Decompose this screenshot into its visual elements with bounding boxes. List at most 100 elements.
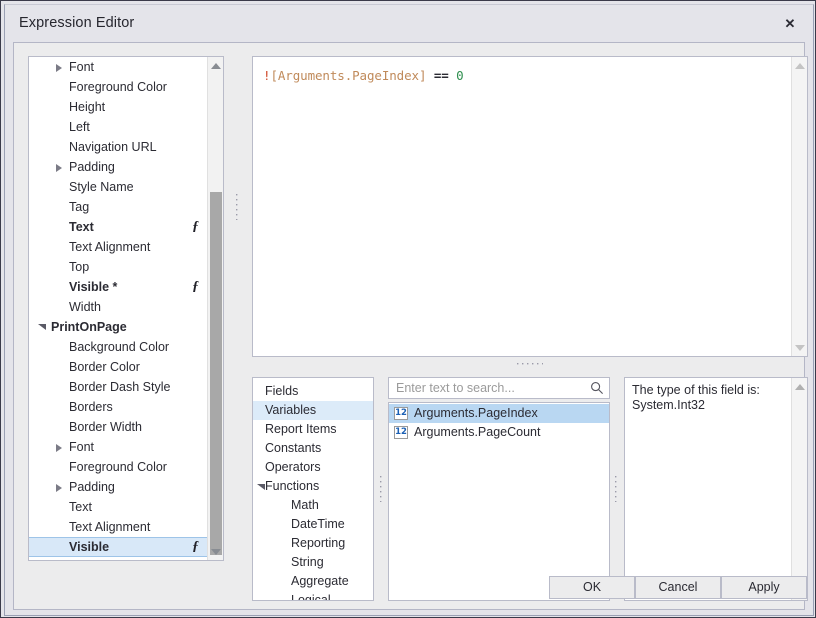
category-label: DateTime <box>291 517 345 531</box>
property-tree-row[interactable]: Padding <box>29 477 208 497</box>
close-icon: ✕ <box>784 16 796 31</box>
property-tree-row[interactable]: Background Color <box>29 337 208 357</box>
property-tree-row[interactable]: Visible * ƒ <box>29 277 208 297</box>
property-tree-row[interactable]: Font <box>29 57 208 77</box>
function-icon: ƒ <box>192 279 199 294</box>
splitter-tree-editor[interactable] <box>233 56 242 357</box>
property-tree-row[interactable]: Left <box>29 117 208 137</box>
search-and-items-panel: Enter text to search... 12 Arguments.Page… <box>388 377 610 601</box>
search-input[interactable]: Enter text to search... <box>388 377 610 399</box>
property-tree-label: Width <box>69 300 101 314</box>
item-list-row[interactable]: 12 Arguments.PageIndex <box>389 404 609 423</box>
category-list-panel[interactable]: Fields Variables Report Items Constants Oper… <box>252 377 374 601</box>
property-tree-label: Borders <box>69 400 113 414</box>
expr-scroll-down-arrow[interactable] <box>792 339 807 356</box>
property-tree-row[interactable]: Border Width <box>29 417 208 437</box>
property-tree-label: Padding <box>69 160 115 174</box>
property-tree-label: Text Alignment <box>69 240 151 254</box>
category-list[interactable]: Fields Variables Report Items Constants Oper… <box>253 382 373 600</box>
category-row[interactable]: Constants <box>253 439 373 458</box>
splitter-grip-horizontal-icon <box>517 363 543 365</box>
search-icon[interactable] <box>590 381 604 395</box>
property-tree-row[interactable]: Font <box>29 437 208 457</box>
category-label: Report Items <box>265 422 337 436</box>
splitter-categories-items[interactable] <box>377 377 386 601</box>
splitter-items-description[interactable] <box>612 377 621 601</box>
function-icon: ƒ <box>192 219 199 234</box>
category-label: Reporting <box>291 536 346 550</box>
expression-scrollbar[interactable] <box>791 57 807 356</box>
property-tree-row[interactable]: Borders <box>29 397 208 417</box>
category-label: Aggregate <box>291 574 349 588</box>
property-tree-row[interactable]: Style Name <box>29 177 208 197</box>
expression-token-num: 0 <box>456 68 464 83</box>
property-tree-row[interactable]: Height <box>29 97 208 117</box>
apply-button[interactable]: Apply <box>721 576 807 599</box>
item-list-row[interactable]: 12 Arguments.PageCount <box>389 423 609 442</box>
scroll-down-arrow[interactable] <box>208 543 223 560</box>
cancel-button[interactable]: Cancel <box>635 576 721 599</box>
category-row[interactable]: Math <box>253 496 373 515</box>
description-scrollbar[interactable] <box>791 378 807 600</box>
expression-text-area[interactable]: ![Arguments.PageIndex] == 0 <box>252 56 808 357</box>
chevron-right-icon <box>56 484 62 492</box>
property-tree-row[interactable]: Text Alignment <box>29 237 208 257</box>
property-tree-row[interactable]: Text <box>29 497 208 517</box>
category-label: String <box>291 555 324 569</box>
property-tree-row[interactable]: Border Dash Style <box>29 377 208 397</box>
category-label: Functions <box>265 479 320 493</box>
property-tree-row[interactable]: Top <box>29 257 208 277</box>
title-bar: Expression Editor ✕ <box>5 5 813 42</box>
category-row[interactable]: Fields <box>253 382 373 401</box>
property-tree-row[interactable]: Navigation URL <box>29 137 208 157</box>
property-tree-row[interactable]: Foreground Color <box>29 77 208 97</box>
close-button[interactable]: ✕ <box>767 5 813 42</box>
splitter-grip-icon-3 <box>615 476 617 502</box>
property-tree-label: PrintOnPage <box>51 320 127 334</box>
tree-caret[interactable] <box>33 317 51 337</box>
expr-scroll-up-arrow[interactable] <box>792 57 807 74</box>
tree-caret[interactable] <box>51 57 69 77</box>
item-list-panel[interactable]: 12 Arguments.PageIndex 12 Arguments.PageCou… <box>388 402 610 601</box>
chevron-right-icon <box>56 444 62 452</box>
search-placeholder: Enter text to search... <box>396 381 515 395</box>
property-tree-label: Foreground Color <box>69 80 167 94</box>
property-tree-row[interactable]: Border Color <box>29 357 208 377</box>
property-tree-label: Style Name <box>69 180 134 194</box>
property-tree-row[interactable]: PrintOnPage <box>29 317 208 337</box>
category-row[interactable]: Operators <box>253 458 373 477</box>
category-row[interactable]: Report Items <box>253 420 373 439</box>
tree-caret[interactable] <box>51 157 69 177</box>
tree-caret[interactable] <box>51 437 69 457</box>
item-list[interactable]: 12 Arguments.PageIndex 12 Arguments.PageCou… <box>389 404 609 442</box>
scroll-up-arrow[interactable] <box>208 57 223 74</box>
property-tree-row[interactable]: Visible ƒ <box>29 537 208 557</box>
property-tree-label: Text Alignment <box>69 520 151 534</box>
expression-text: ![Arguments.PageIndex] == 0 <box>263 68 464 83</box>
desc-scroll-up-arrow[interactable] <box>792 378 807 395</box>
property-tree-label: Visible <box>69 540 110 554</box>
category-label: Fields <box>265 384 299 398</box>
property-tree-list[interactable]: Font Foreground Color Height Left Navigation… <box>29 57 208 560</box>
property-tree-row[interactable]: Text ƒ <box>29 217 208 237</box>
property-tree-scrollbar[interactable] <box>207 57 223 560</box>
category-row[interactable]: Aggregate <box>253 572 373 591</box>
tree-caret[interactable] <box>51 477 69 497</box>
category-row[interactable]: String <box>253 553 373 572</box>
property-tree-label: Foreground Color <box>69 460 167 474</box>
property-tree-row[interactable]: Foreground Color <box>29 457 208 477</box>
property-tree-row[interactable]: Tag <box>29 197 208 217</box>
property-tree-row[interactable]: Text Alignment <box>29 517 208 537</box>
ok-button[interactable]: OK <box>549 576 635 599</box>
property-tree-row[interactable]: Width <box>29 297 208 317</box>
category-row[interactable]: Reporting <box>253 534 373 553</box>
scrollbar-thumb[interactable] <box>210 192 222 555</box>
property-tree-row[interactable]: Padding <box>29 157 208 177</box>
item-label: Arguments.PageIndex <box>414 406 538 420</box>
category-row[interactable]: Functions <box>253 477 373 496</box>
splitter-editor-lists[interactable] <box>252 360 808 369</box>
category-row[interactable]: Logical <box>253 591 373 600</box>
property-tree-label: Background Color <box>69 340 170 354</box>
category-row[interactable]: Variables <box>253 401 373 420</box>
category-row[interactable]: DateTime <box>253 515 373 534</box>
